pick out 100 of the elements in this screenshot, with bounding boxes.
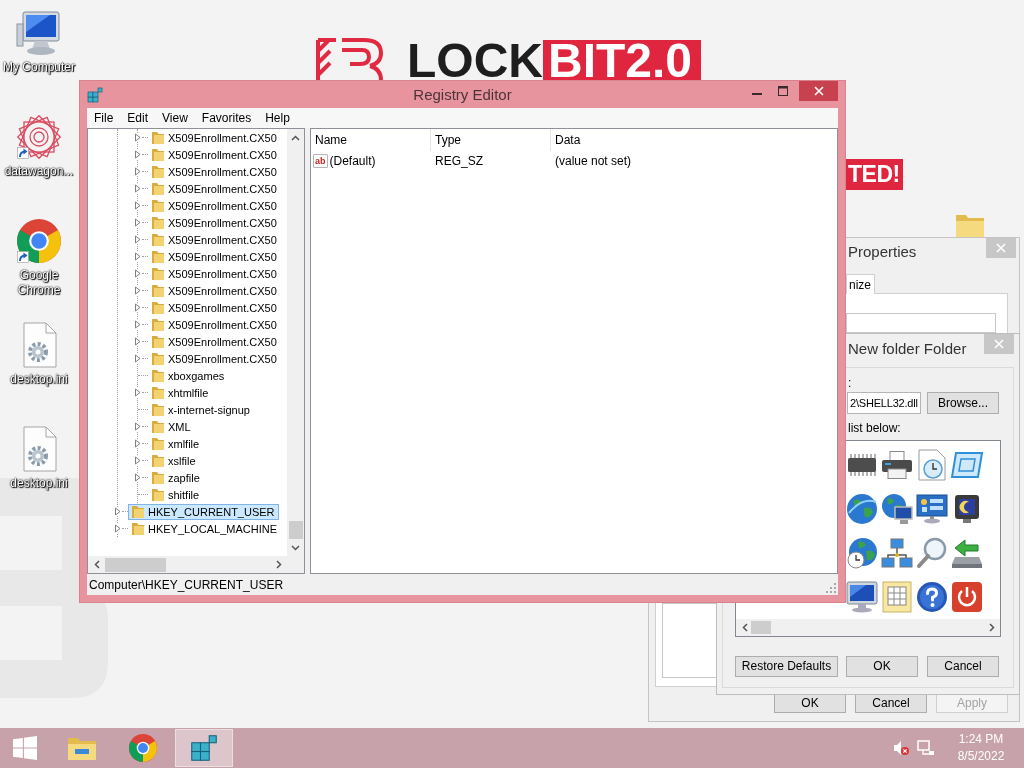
globe-monitor-icon[interactable]	[880, 493, 913, 525]
expand-arrow-icon[interactable]	[133, 337, 142, 346]
tree-item[interactable]: X509Enrollment.CX50	[148, 316, 281, 333]
arrow-drive-icon[interactable]	[950, 537, 983, 569]
chevron-up-icon[interactable]	[291, 134, 300, 141]
expand-arrow-icon[interactable]	[133, 235, 142, 244]
browser-icon[interactable]	[16, 218, 62, 264]
moon-monitor-icon[interactable]	[953, 494, 980, 524]
icon-label[interactable]: datawagon...	[0, 164, 78, 179]
tree-item[interactable]: X509Enrollment.CX50	[148, 350, 281, 367]
icon-label[interactable]: desktop.ini	[0, 372, 78, 387]
network-icon[interactable]	[880, 538, 913, 568]
tree-item[interactable]: X509Enrollment.CX50	[148, 146, 281, 163]
vertical-scrollbar[interactable]	[287, 129, 304, 556]
dialog-button[interactable]: OK	[846, 656, 918, 677]
chevron-right-icon[interactable]	[275, 560, 282, 569]
expand-arrow-icon[interactable]	[133, 167, 142, 176]
menu-item[interactable]: View	[155, 110, 195, 126]
power-icon[interactable]	[950, 581, 983, 613]
tab[interactable]: nize	[846, 274, 875, 294]
tree-item[interactable]: X509Enrollment.CX50	[148, 299, 281, 316]
star-emblem-icon[interactable]	[16, 114, 62, 160]
expand-arrow-icon[interactable]	[133, 133, 142, 142]
cubes-icon[interactable]	[87, 86, 103, 103]
chevron-left-icon[interactable]	[742, 623, 748, 632]
scrollbar-thumb[interactable]	[105, 557, 166, 572]
display-panel-icon[interactable]	[915, 494, 948, 524]
tree-item[interactable]: X509Enrollment.CX50	[148, 248, 281, 265]
chevron-down-icon[interactable]	[291, 544, 300, 551]
tree-item[interactable]: xhtmlfile	[148, 384, 213, 401]
dialog-button[interactable]: Cancel	[927, 656, 999, 677]
tree-item[interactable]: HKEY_CURRENT_USER	[128, 503, 279, 520]
expand-arrow-icon[interactable]	[133, 252, 142, 261]
column-header[interactable]: Data	[551, 129, 671, 151]
icon-label[interactable]: Google Chrome	[0, 268, 78, 298]
tree-item[interactable]: shitfile	[148, 486, 204, 503]
network-icon[interactable]	[917, 740, 935, 756]
expand-arrow-icon[interactable]	[133, 269, 142, 278]
magnifier-icon[interactable]	[915, 537, 948, 569]
file-path-field[interactable]: 2\SHELL32.dll	[847, 392, 921, 414]
expand-arrow-icon[interactable]	[113, 507, 122, 516]
expand-arrow-icon[interactable]	[133, 150, 142, 159]
expand-arrow-icon[interactable]	[133, 456, 142, 465]
tree-item[interactable]: X509Enrollment.CX50	[148, 231, 281, 248]
expand-arrow-icon[interactable]	[133, 354, 142, 363]
expand-arrow-icon[interactable]	[133, 422, 142, 431]
tree-item[interactable]: zapfile	[148, 469, 204, 486]
icon-label[interactable]: desktop.ini	[0, 476, 78, 491]
column-header[interactable]: Name	[311, 129, 431, 151]
expand-arrow-icon[interactable]	[133, 218, 142, 227]
tree-item[interactable]: X509Enrollment.CX50	[148, 197, 281, 214]
scrollbar-thumb[interactable]	[751, 621, 771, 634]
muted-speaker-icon[interactable]	[893, 740, 909, 756]
expand-arrow-icon[interactable]	[133, 473, 142, 482]
chevron-left-icon[interactable]	[93, 560, 100, 569]
menu-item[interactable]: Edit	[120, 110, 156, 126]
expand-arrow-icon[interactable]	[113, 524, 122, 533]
tree-item[interactable]: xslfile	[148, 452, 200, 469]
input-field[interactable]	[846, 313, 996, 333]
tree-item[interactable]: xboxgames	[148, 367, 229, 384]
tree-item[interactable]: X509Enrollment.CX50	[148, 129, 281, 146]
tree-item[interactable]: XML	[148, 418, 195, 435]
expand-arrow-icon[interactable]	[133, 184, 142, 193]
expand-arrow-icon[interactable]	[133, 320, 142, 329]
chip-icon[interactable]	[845, 454, 878, 476]
monitor-icon[interactable]	[845, 581, 878, 613]
menu-item[interactable]: Help	[258, 110, 297, 126]
monitor-icon[interactable]	[16, 10, 62, 56]
resize-grip-icon[interactable]	[826, 583, 836, 593]
horizontal-scrollbar[interactable]	[736, 619, 1000, 636]
expand-arrow-icon[interactable]	[133, 439, 142, 448]
globe-clock-icon[interactable]	[845, 537, 878, 569]
tree-item[interactable]: X509Enrollment.CX50	[148, 282, 281, 299]
menu-item[interactable]: File	[87, 110, 121, 126]
printer-icon[interactable]	[880, 451, 913, 479]
browse-button[interactable]: Browse...	[927, 392, 999, 414]
expand-arrow-icon[interactable]	[133, 286, 142, 295]
expand-arrow-icon[interactable]	[133, 303, 142, 312]
tree-item[interactable]: X509Enrollment.CX50	[148, 265, 281, 282]
tree-item[interactable]: X509Enrollment.CX50	[148, 180, 281, 197]
scrollbar-thumb[interactable]	[288, 521, 303, 539]
close-button[interactable]	[799, 81, 838, 101]
help-icon[interactable]	[915, 581, 948, 613]
tree-item[interactable]: X509Enrollment.CX50	[148, 163, 281, 180]
tree-item[interactable]: HKEY_LOCAL_MACHINE	[128, 520, 281, 537]
value-name[interactable]: (Default)	[329, 153, 376, 169]
expand-arrow-icon[interactable]	[133, 388, 142, 397]
chevron-right-icon[interactable]	[989, 623, 995, 632]
dialog-button[interactable]: Restore Defaults	[735, 656, 838, 677]
menu-item[interactable]: Favorites	[194, 110, 259, 126]
screen-frame-icon[interactable]	[950, 452, 983, 478]
taskbar-button[interactable]	[175, 729, 233, 767]
globe-icon[interactable]	[845, 493, 878, 525]
tree-item[interactable]: xmlfile	[148, 435, 204, 452]
expand-arrow-icon[interactable]	[133, 201, 142, 210]
column-header[interactable]: Type	[431, 129, 551, 151]
icon-label[interactable]: My Computer	[0, 60, 78, 75]
tree-item[interactable]: X509Enrollment.CX50	[148, 214, 281, 231]
tree-item[interactable]: X509Enrollment.CX50	[148, 333, 281, 350]
clock-document-icon[interactable]	[917, 449, 946, 481]
